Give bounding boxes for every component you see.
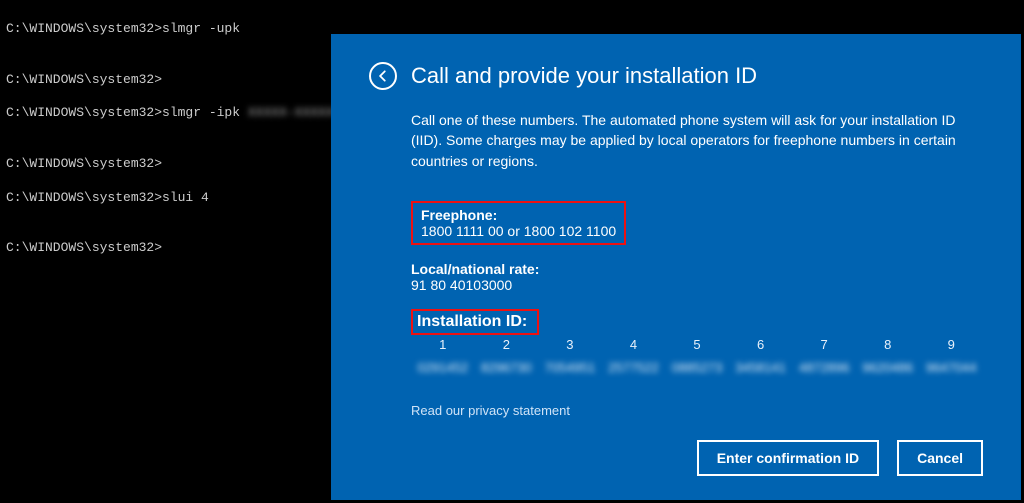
id-col-head: 8 [856,337,920,360]
dialog-title: Call and provide your installation ID [411,63,757,89]
cancel-button[interactable]: Cancel [897,440,983,476]
id-col-val: 4872896 [792,360,856,375]
installation-id-highlight: Installation ID: [411,309,539,335]
id-col-head: 6 [729,337,793,360]
privacy-statement-link[interactable]: Read our privacy statement [411,403,983,418]
id-col-val: 7054951 [538,360,602,375]
id-col-val: 0885273 [665,360,729,375]
id-col-head: 1 [411,337,475,360]
installation-id-table: 10291452 28296730 37054951 42577522 5088… [411,337,983,375]
id-col-val: 8296730 [475,360,539,375]
id-col-val: 3458141 [729,360,793,375]
local-rate-value: 91 80 40103000 [411,277,983,293]
id-col-head: 4 [602,337,666,360]
enter-confirmation-id-button[interactable]: Enter confirmation ID [697,440,879,476]
activation-dialog: Call and provide your installation ID Ca… [331,34,1021,500]
id-col-val: 9620486 [856,360,920,375]
back-button[interactable] [369,62,397,90]
id-col-head: 2 [475,337,539,360]
id-col-val: 2577522 [602,360,666,375]
freephone-value: 1800 1111 00 or 1800 102 1100 [421,223,616,239]
freephone-highlight: Freephone: 1800 1111 00 or 1800 102 1100 [411,201,626,245]
id-col-head: 5 [665,337,729,360]
freephone-label: Freephone: [421,207,616,223]
id-col-head: 9 [920,337,984,360]
local-rate-label: Local/national rate: [411,261,983,277]
id-col-head: 7 [792,337,856,360]
id-col-head: 3 [538,337,602,360]
id-col-val: 0291452 [411,360,475,375]
arrow-left-icon [376,69,390,83]
dialog-body-text: Call one of these numbers. The automated… [411,110,983,171]
installation-id-label: Installation ID: [417,313,527,330]
id-col-val: 9647044 [920,360,984,375]
